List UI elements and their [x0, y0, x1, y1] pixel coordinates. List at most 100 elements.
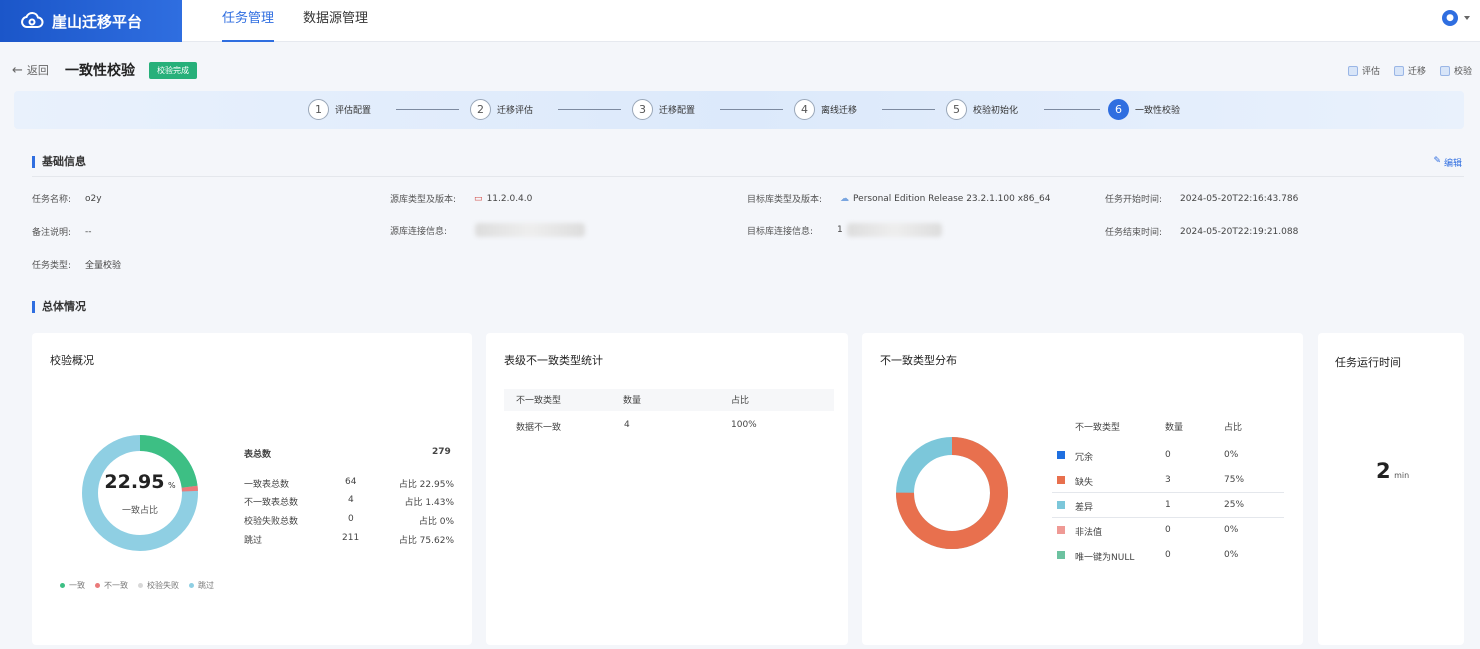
- field-source-type: 源库类型及版本: ▭ 11.2.0.4.0: [390, 192, 532, 206]
- card-title: 不一致类型分布: [880, 354, 957, 367]
- step-connector: [558, 109, 621, 110]
- column-header: 占比: [731, 396, 750, 406]
- arrow-left-icon: ←: [12, 62, 23, 78]
- checkbox-label: 校验: [1453, 67, 1472, 77]
- step-connector: [1044, 109, 1100, 110]
- redacted-value: [475, 223, 586, 237]
- user-avatar-icon[interactable]: ●: [1442, 10, 1458, 26]
- table-cell: 1: [1165, 500, 1171, 510]
- field-label: 任务开始时间:: [1105, 195, 1163, 205]
- column-header: 不一致类型: [1075, 423, 1121, 433]
- user-menu[interactable]: ●: [1442, 10, 1470, 26]
- legend-item[interactable]: 校验失败: [138, 580, 179, 591]
- step-2[interactable]: 2 迁移评估: [470, 99, 533, 120]
- table-cell: 75%: [1224, 475, 1245, 485]
- stat-label: 一致表总数: [244, 480, 290, 490]
- donut-center-value: 22.95 %: [80, 471, 200, 493]
- divider: [1052, 492, 1284, 493]
- checkbox-label: 迁移: [1407, 67, 1426, 77]
- option-checkboxes: 评估 迁移 校验: [1347, 64, 1472, 77]
- field-value: --: [85, 226, 92, 237]
- column-header: 不一致类型: [516, 396, 562, 406]
- table-cell: 非法值: [1075, 528, 1103, 538]
- field-label: 任务结束时间:: [1105, 228, 1163, 238]
- step-label: 校验初始化: [973, 106, 1019, 116]
- legend-label: 一致: [69, 581, 85, 590]
- section-title-overall: 总体情况: [32, 301, 86, 313]
- step-3[interactable]: 3 迁移配置: [632, 99, 695, 120]
- checkbox-icon: [1393, 65, 1404, 76]
- percent-value: 22.95: [104, 471, 165, 493]
- redacted-value: [846, 223, 942, 237]
- legend-item[interactable]: 不一致: [95, 580, 128, 591]
- field-value: Personal Edition Release 23.2.1.100 x86_…: [853, 193, 1051, 204]
- table-cell: 0%: [1224, 525, 1239, 535]
- step-4[interactable]: 4 离线迁移: [794, 99, 857, 120]
- stat-ratio: 占比 75.62%: [398, 536, 454, 546]
- legend-label: 校验失败: [147, 581, 179, 590]
- back-button[interactable]: ← 返回: [12, 62, 49, 78]
- database-icon: ☁: [840, 193, 850, 204]
- field-remark: 备注说明: --: [32, 225, 92, 239]
- step-number: 4: [794, 99, 815, 120]
- field-target-type: 目标库类型及版本: ☁ Personal Edition Release 23.2.…: [747, 192, 1051, 206]
- checkbox-assess[interactable]: 评估: [1347, 64, 1380, 77]
- step-label: 迁移评估: [497, 106, 534, 116]
- step-5[interactable]: 5 校验初始化: [946, 99, 1018, 120]
- legend-square-icon: [1057, 526, 1065, 534]
- top-nav-bar: 崖山迁移平台 任务管理 数据源管理 ●: [0, 0, 1480, 42]
- column-header: 数量: [1165, 423, 1184, 433]
- step-connector: [720, 109, 783, 110]
- stat-ratio: 占比 0%: [418, 517, 454, 527]
- stat-value: 211: [342, 533, 360, 543]
- table-cell: 冗余: [1075, 453, 1094, 463]
- field-target-connection: 目标库连接信息: 1: [747, 223, 942, 237]
- stat-label: 跳过: [244, 536, 263, 546]
- table-cell: 100%: [731, 420, 757, 430]
- table-cell: 唯一键为NULL: [1075, 553, 1135, 563]
- edit-button[interactable]: ✎ 编辑: [1433, 156, 1462, 169]
- card-title: 校验概况: [50, 354, 94, 367]
- tab-task-management[interactable]: 任务管理: [222, 0, 275, 42]
- stat-ratio: 占比 22.95%: [398, 480, 454, 490]
- runtime-number: 2: [1376, 459, 1391, 483]
- step-number: 1: [308, 99, 329, 120]
- step-number: 6: [1108, 99, 1129, 120]
- field-label: 备注说明:: [32, 228, 72, 238]
- back-label: 返回: [26, 64, 49, 77]
- legend-dot-icon: [60, 583, 65, 588]
- tab-datasource-management[interactable]: 数据源管理: [303, 0, 368, 42]
- legend-item[interactable]: 跳过: [189, 580, 214, 591]
- stat-ratio: 占比 1.43%: [404, 498, 454, 508]
- section-title-basic: 基础信息: [32, 156, 86, 168]
- step-label: 迁移配置: [659, 106, 696, 116]
- step-1[interactable]: 1 评估配置: [308, 99, 371, 120]
- steps-bar: 1 评估配置 2 迁移评估 3 迁移配置 4 离线迁移 5 校验初始化 6 一致性校验: [14, 91, 1464, 129]
- brand[interactable]: 崖山迁移平台: [0, 0, 182, 42]
- distribution-donut-chart: [896, 437, 1008, 549]
- table-cell: 缺失: [1075, 478, 1094, 488]
- legend-dot-icon: [95, 583, 100, 588]
- field-value: 2024-05-20T22:19:21.088: [1180, 226, 1299, 237]
- percent-label: 一致占比: [121, 506, 158, 516]
- table-cell: 0%: [1224, 550, 1239, 560]
- field-task-type: 任务类型: 全量校验: [32, 258, 121, 271]
- checkbox-verify[interactable]: 校验: [1439, 64, 1472, 77]
- step-number: 5: [946, 99, 967, 120]
- step-6[interactable]: 6 一致性校验: [1108, 99, 1180, 120]
- field-value: 1: [837, 225, 843, 235]
- card-title: 任务运行时间: [1335, 356, 1401, 369]
- field-value: 2024-05-20T22:16:43.786: [1180, 193, 1299, 204]
- field-source-connection: 源库连接信息:: [390, 223, 586, 237]
- step-number: 2: [470, 99, 491, 120]
- chevron-down-icon[interactable]: [1464, 16, 1470, 20]
- page-title: 一致性校验: [65, 63, 135, 79]
- checkbox-migrate[interactable]: 迁移: [1393, 64, 1426, 77]
- legend-square-icon: [1057, 451, 1065, 459]
- legend-square-icon: [1057, 551, 1065, 559]
- legend-item[interactable]: 一致: [60, 580, 85, 591]
- step-connector: [396, 109, 459, 110]
- stat-value: 0: [348, 514, 354, 524]
- consistency-donut-chart: [82, 435, 198, 551]
- field-task-name: 任务名称: o2y: [32, 192, 102, 206]
